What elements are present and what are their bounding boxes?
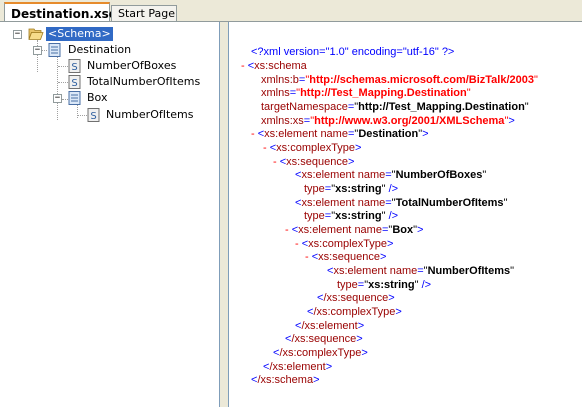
svg-text:S: S [71, 62, 77, 73]
record-node-icon [48, 43, 64, 57]
xml-line: type="xs:string" /> [304, 210, 399, 222]
collapse-box-toggle[interactable]: − [53, 94, 62, 103]
tree-node-destination[interactable]: Destination [66, 43, 133, 57]
xml-line: - <xs:element name="Box"> [285, 224, 424, 236]
collapse-schema-toggle[interactable]: − [13, 30, 22, 39]
xml-line: - <xs:sequence> [305, 251, 387, 263]
pane-splitter[interactable] [220, 22, 228, 407]
svg-text:S: S [90, 111, 96, 122]
folder-open-icon [28, 27, 44, 41]
tree-connector [77, 115, 87, 116]
field-element-icon: S [87, 108, 103, 122]
schema-tree-pane[interactable]: − <Schema> − Destination S NumberOfBoxes… [0, 22, 220, 407]
collapse-destination-toggle[interactable]: − [33, 46, 42, 55]
tree-node-number-of-items[interactable]: NumberOfItems [104, 108, 196, 122]
collapse-node-button[interactable]: - [273, 156, 277, 168]
xml-document: <?xml version="1.0" encoding="utf-16" ?>… [229, 22, 582, 407]
record-node-icon [68, 91, 84, 105]
xml-line: </xs:element> [295, 320, 365, 332]
xml-line: </xs:schema> [251, 374, 320, 386]
xml-line: xmlns="http://Test_Mapping.Destination" [261, 87, 471, 99]
collapse-node-button[interactable]: - [295, 238, 299, 250]
tree-connector [58, 82, 68, 83]
xml-line: </xs:sequence> [285, 333, 363, 345]
tab-label: Start Page [118, 7, 175, 20]
tab-start-page[interactable]: Start Page [111, 5, 177, 21]
xml-line: - <xs:complexType> [263, 142, 362, 154]
xml-line: <xs:element name="NumberOfItems" [327, 265, 515, 277]
schema-tree[interactable]: − <Schema> − Destination S NumberOfBoxes… [0, 22, 219, 407]
field-element-icon: S [68, 75, 84, 89]
tree-node-number-of-boxes[interactable]: NumberOfBoxes [85, 59, 178, 73]
field-element-icon: S [68, 59, 84, 73]
xml-line: - <xs:sequence> [273, 156, 355, 168]
xml-line: </xs:complexType> [307, 306, 402, 318]
collapse-node-button[interactable]: - [305, 251, 309, 263]
xml-line: targetNamespace="http://Test_Mapping.Des… [261, 101, 529, 113]
xml-line: - <xs:schema [241, 60, 307, 72]
xml-line: xmlns:xs="http://www.w3.org/2001/XMLSche… [261, 115, 515, 127]
document-tab-strip: Destination.xsd Start Page [0, 0, 582, 22]
tree-node-box[interactable]: Box [85, 91, 109, 105]
collapse-node-button[interactable]: - [263, 142, 267, 154]
xml-line: type="xs:string" /> [304, 183, 399, 195]
svg-text:S: S [71, 78, 77, 89]
xml-line: xmlns:b="http://schemas.microsoft.com/Bi… [261, 74, 538, 86]
tab-destination-xsd[interactable]: Destination.xsd [4, 2, 117, 22]
xml-view-pane[interactable]: <?xml version="1.0" encoding="utf-16" ?>… [228, 22, 582, 407]
tree-node-total-number-of-items[interactable]: TotalNumberOfItems [85, 75, 202, 89]
xml-line: </xs:complexType> [273, 347, 368, 359]
xml-declaration: <?xml version="1.0" encoding="utf-16" ?> [251, 46, 455, 58]
xml-line: </xs:element> [263, 361, 333, 373]
xml-line: <xs:element name="NumberOfBoxes" [295, 169, 487, 181]
collapse-node-button[interactable]: - [251, 128, 255, 140]
xml-line: - <xs:complexType> [295, 238, 394, 250]
xml-line: type="xs:string" /> [337, 279, 432, 291]
xml-line: </xs:sequence> [317, 292, 395, 304]
collapse-node-button[interactable]: - [241, 60, 245, 72]
xml-line: - <xs:element name="Destination"> [251, 128, 429, 140]
tab-label: Destination.xsd [11, 7, 118, 21]
tree-node-schema[interactable]: <Schema> [46, 27, 113, 41]
xml-line: <xs:element name="TotalNumberOfItems" [295, 197, 508, 209]
collapse-node-button[interactable]: - [285, 224, 289, 236]
tree-connector [58, 66, 68, 67]
